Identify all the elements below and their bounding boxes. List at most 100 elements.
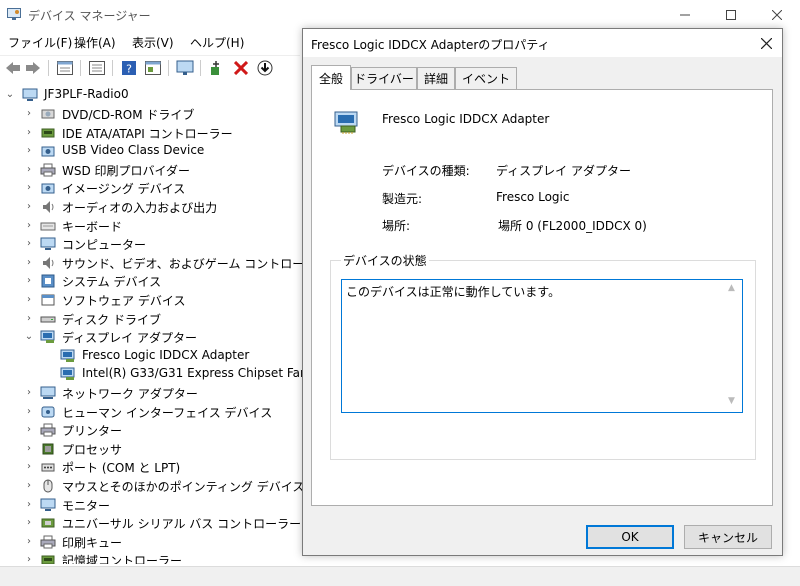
tree-item-label: ディスプレイ アダプター	[62, 331, 197, 346]
tree-category-item[interactable]: › ヒューマン インターフェイス デバイス	[0, 403, 302, 421]
tree-device-item[interactable]: Intel(R) G33/G31 Express Chipset Family …	[0, 365, 302, 383]
minimize-icon	[680, 14, 690, 16]
toolbar-separator	[48, 60, 49, 76]
tree-category-item[interactable]: › オーディオの入力および出力	[0, 198, 302, 216]
general-tab-panel: Fresco Logic IDDCX Adapter デバイスの種類: ディスプ…	[311, 89, 773, 506]
tree-category-item[interactable]: › マウスとそのほかのポインティング デバイス	[0, 477, 302, 495]
chevron-right-icon[interactable]: ›	[24, 220, 34, 232]
tree-item-label: ユニバーサル シリアル バス コントローラー	[62, 517, 302, 532]
chevron-down-icon[interactable]: ⌄	[5, 89, 15, 101]
status-scrollbar[interactable]: ▲ ▼	[725, 280, 742, 412]
chevron-right-icon[interactable]: ›	[24, 480, 34, 492]
chevron-right-icon[interactable]: ›	[24, 406, 34, 418]
tree-item-label: ネットワーク アダプター	[62, 387, 198, 401]
tree-category-item[interactable]: › 記憶域コントローラー	[0, 551, 302, 564]
dialog-close-button[interactable]	[750, 29, 782, 57]
tree-device-item[interactable]: Fresco Logic IDDCX Adapter	[0, 347, 302, 365]
tree-root[interactable]: ⌄ JF3PLF-Radio0	[0, 86, 302, 104]
maximize-button[interactable]	[708, 0, 754, 30]
console-button[interactable]	[144, 59, 162, 77]
chevron-right-icon[interactable]: ›	[24, 517, 34, 529]
tree-category-item[interactable]: › イメージング デバイス	[0, 179, 302, 197]
tab-details[interactable]: 詳細	[417, 67, 455, 89]
chevron-right-icon[interactable]: ›	[24, 127, 34, 139]
help-button[interactable]: ?	[120, 59, 138, 77]
device-status-textbox[interactable]: このデバイスは正常に動作しています。 ▲ ▼	[341, 279, 743, 413]
uninstall-button[interactable]	[232, 59, 250, 77]
tree-category-item[interactable]: › 印刷キュー	[0, 533, 302, 551]
close-button[interactable]	[754, 0, 800, 30]
menu-view[interactable]: 表示(V)	[132, 34, 174, 51]
forward-button[interactable]	[24, 59, 42, 77]
close-icon	[760, 37, 772, 49]
port-icon	[41, 463, 55, 472]
properties-button[interactable]	[56, 59, 74, 77]
scroll-up-icon[interactable]: ▲	[728, 283, 735, 293]
chevron-right-icon[interactable]: ›	[24, 461, 34, 473]
scroll-down-icon[interactable]: ▼	[728, 396, 735, 406]
tree-category-item[interactable]: › プロセッサ	[0, 440, 302, 458]
menu-file[interactable]: ファイル(F)	[8, 34, 72, 51]
console-icon	[145, 61, 161, 75]
tree-category-item[interactable]: › コンピューター	[0, 235, 302, 253]
tree-category-item[interactable]: › ポート (COM と LPT)	[0, 458, 302, 476]
device-type-label: デバイスの種類:	[382, 164, 470, 178]
network-adapter-icon	[40, 386, 56, 399]
back-button[interactable]	[4, 59, 22, 77]
chevron-right-icon[interactable]: ›	[24, 554, 34, 564]
tree-category-item[interactable]: › サウンド、ビデオ、およびゲーム コントローラー	[0, 254, 302, 272]
menu-help[interactable]: ヘルプ(H)	[190, 34, 244, 51]
tree-category-item[interactable]: › ユニバーサル シリアル バス コントローラー	[0, 514, 302, 532]
tree-category-item[interactable]: › IDE ATA/ATAPI コントローラー	[0, 124, 302, 142]
tree-item-label: プロセッサ	[62, 442, 123, 457]
tree-category-item[interactable]: › モニター	[0, 496, 302, 514]
tree-category-item[interactable]: › WSD 印刷プロバイダー	[0, 161, 302, 179]
enable-device-button[interactable]	[208, 59, 226, 77]
tree-category-item[interactable]: › システム デバイス	[0, 272, 302, 290]
chevron-right-icon[interactable]: ›	[24, 294, 34, 306]
update-list-button[interactable]	[88, 59, 106, 77]
chevron-right-icon[interactable]: ›	[24, 275, 34, 287]
chevron-right-icon[interactable]: ›	[24, 201, 34, 213]
chevron-right-icon[interactable]: ›	[24, 108, 34, 120]
tree-item-label: ポート (COM と LPT)	[62, 461, 181, 476]
device-tree[interactable]: ⌄ JF3PLF-Radio0 › DVD/CD-ROM ドライブ › IDE ATA…	[0, 84, 302, 564]
tab-events[interactable]: イベント	[455, 67, 517, 89]
tree-category-item[interactable]: › ネットワーク アダプター	[0, 384, 302, 402]
chevron-right-icon[interactable]: ›	[24, 164, 34, 176]
chevron-right-icon[interactable]: ›	[24, 238, 34, 250]
chevron-right-icon[interactable]: ›	[24, 313, 34, 325]
tree-category-item[interactable]: › プリンター	[0, 421, 302, 439]
tree-category-item[interactable]: › ディスク ドライブ	[0, 310, 302, 328]
tab-driver[interactable]: ドライバー	[351, 67, 417, 89]
tree-category-item[interactable]: › DVD/CD-ROM ドライブ	[0, 105, 302, 123]
tree-category-item[interactable]: › キーボード	[0, 217, 302, 235]
tree-item-label: Fresco Logic IDDCX Adapter	[82, 347, 250, 362]
cancel-button[interactable]: キャンセル	[684, 525, 772, 549]
chevron-right-icon[interactable]: ›	[24, 145, 34, 157]
chevron-right-icon[interactable]: ›	[24, 499, 34, 511]
ok-button[interactable]: OK	[586, 525, 674, 549]
chevron-right-icon[interactable]: ›	[24, 536, 34, 548]
tab-general[interactable]: 全般	[311, 65, 351, 90]
enable-device-icon	[211, 61, 219, 75]
menu-action[interactable]: 操作(A)	[74, 34, 116, 51]
title-bar: デバイス マネージャー	[0, 0, 800, 30]
camera-icon	[41, 146, 55, 157]
minimize-button[interactable]	[662, 0, 708, 30]
tree-category-item[interactable]: › ソフトウェア デバイス	[0, 291, 302, 309]
hid-icon	[41, 406, 55, 418]
chevron-down-icon[interactable]: ⌄	[24, 331, 34, 343]
update-driver-button[interactable]	[256, 59, 274, 77]
monitor-icon	[176, 60, 194, 75]
tree-category-item[interactable]: › USB Video Class Device	[0, 142, 302, 160]
chevron-right-icon[interactable]: ›	[24, 424, 34, 436]
chevron-right-icon[interactable]: ›	[24, 257, 34, 269]
tree-category-item[interactable]: ⌄ ディスプレイ アダプター	[0, 328, 302, 346]
properties-dialog: Fresco Logic IDDCX Adapterのプロパティ 全般 ドライバ…	[302, 28, 783, 556]
scan-hardware-button[interactable]	[176, 59, 194, 77]
chevron-right-icon[interactable]: ›	[24, 182, 34, 194]
device-status-text: このデバイスは正常に動作しています。	[346, 285, 561, 299]
chevron-right-icon[interactable]: ›	[24, 387, 34, 399]
chevron-right-icon[interactable]: ›	[24, 443, 34, 455]
